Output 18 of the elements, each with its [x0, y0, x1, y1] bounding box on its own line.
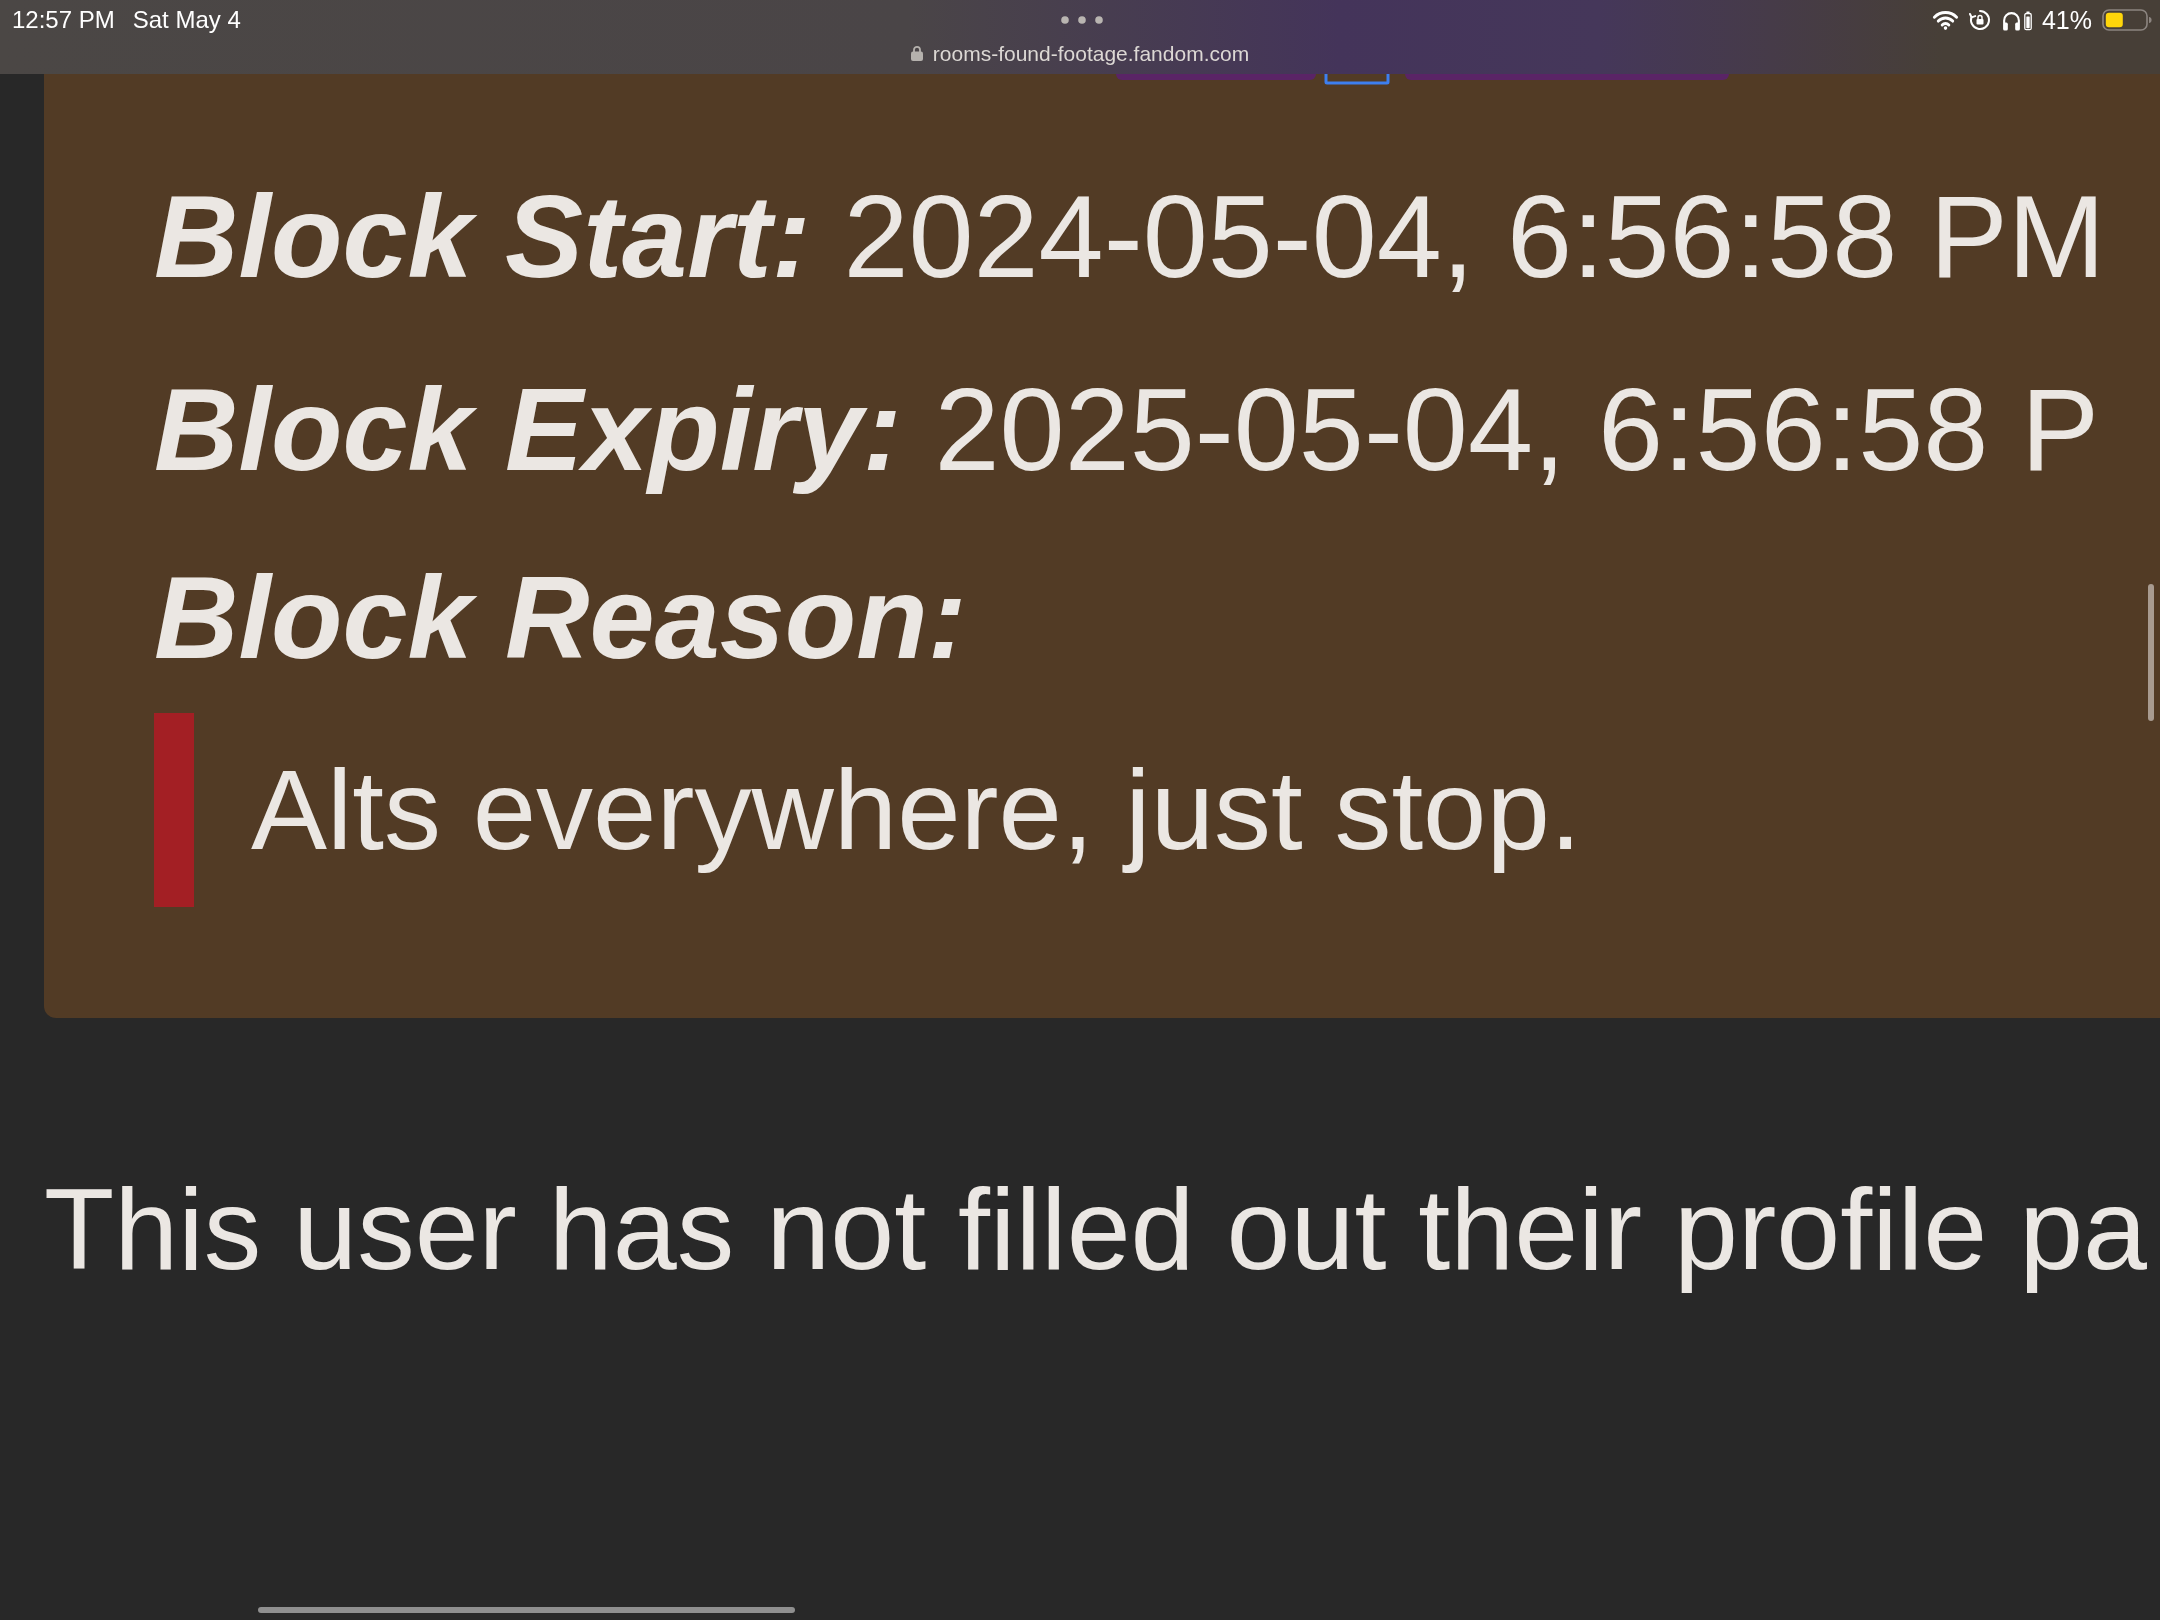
address-url[interactable]: rooms-found-footage.fandom.com: [932, 42, 1250, 64]
field-label: Block Expiry:: [154, 363, 903, 498]
reason-quote: Alts everywhere, just stop.: [154, 713, 1582, 908]
lock-icon: [910, 45, 923, 61]
rotation-lock-icon: [1968, 9, 1991, 31]
status-time: 12:57 PM: [12, 8, 115, 32]
field-label: Block Reason:: [154, 550, 968, 685]
wifi-icon: [1931, 10, 1959, 30]
headphone-battery-icon: [2023, 9, 2032, 31]
field-value: 2024-05-04, 6:56:58 PM: [843, 170, 2106, 304]
status-date: Sat May 4: [132, 8, 241, 32]
profile-notice: This user has not filled out their profile pa: [44, 1164, 2148, 1296]
field-value: 2025-05-04, 6:56:58 P: [934, 363, 2099, 498]
battery-percentage: 41%: [2041, 7, 2092, 33]
field-label: Block Start:: [154, 170, 812, 304]
more-dots-icon[interactable]: [1061, 16, 1103, 24]
battery-icon: [2102, 9, 2152, 31]
headphones-icon: [2000, 9, 2022, 31]
